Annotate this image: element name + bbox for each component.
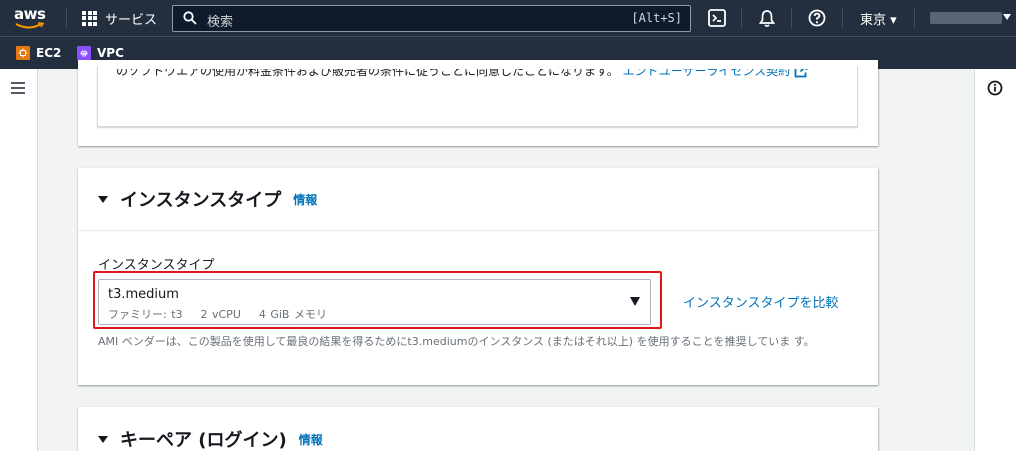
favorite-ec2-label: EC2 — [36, 46, 62, 60]
nav-separator — [66, 8, 67, 28]
caret-down-icon — [98, 195, 108, 203]
keypair-header[interactable]: キーペア (ログイン) 情報 — [98, 426, 323, 451]
info-link[interactable]: 情報 — [299, 431, 323, 448]
region-selector[interactable]: 東京 ▾ — [860, 9, 897, 28]
instance-type-help-text: AMI ベンダーは、この製品を使用して最良の結果を得るためにt3.mediumの… — [98, 335, 815, 348]
nav-separator — [791, 8, 792, 28]
help-icon[interactable] — [807, 8, 827, 28]
search-icon — [183, 11, 197, 25]
menu-icon[interactable] — [11, 82, 25, 97]
selected-instance-type: t3.medium — [108, 287, 179, 302]
search-input[interactable]: 検索 [Alt+S] — [172, 5, 691, 32]
aws-smile-icon — [15, 22, 45, 29]
instance-type-details: ファミリー: t3 2 vCPU 4 GiB メモリ — [108, 308, 327, 321]
aws-logo[interactable]: aws — [14, 5, 54, 31]
favorite-vpc[interactable]: VPC — [77, 46, 124, 60]
aws-logo-text: aws — [14, 5, 46, 23]
top-navigation: aws サービス 検索 [Alt+S] 東京 ▾ — [0, 0, 1016, 36]
right-rail — [974, 69, 1016, 451]
section-title: インスタンスタイプ — [120, 190, 282, 211]
services-menu-button[interactable]: サービス — [82, 9, 158, 28]
search-placeholder: 検索 — [207, 15, 234, 30]
instance-type-header[interactable]: インスタンスタイプ 情報 — [98, 186, 317, 212]
search-shortcut-hint: [Alt+S] — [631, 11, 682, 25]
favorite-ec2[interactable]: EC2 — [16, 46, 61, 60]
services-label: サービス — [105, 12, 158, 28]
instance-type-select[interactable]: t3.medium ファミリー: t3 2 vCPU 4 GiB メモリ — [98, 279, 651, 325]
section-divider — [78, 230, 878, 231]
nav-separator — [741, 8, 742, 28]
vpc-icon — [77, 46, 91, 60]
left-rail — [0, 69, 38, 451]
grid-icon — [82, 10, 97, 26]
account-menu[interactable] — [930, 12, 1002, 24]
favorite-vpc-label: VPC — [97, 46, 124, 60]
ec2-icon — [16, 46, 30, 60]
bell-icon[interactable] — [757, 8, 777, 28]
cloudshell-icon[interactable] — [707, 8, 727, 28]
info-circle-icon[interactable] — [987, 80, 1003, 99]
nav-separator — [842, 8, 843, 28]
instance-type-label: インスタンスタイプ — [98, 258, 215, 273]
account-caret-icon — [1003, 14, 1011, 20]
section-title: キーペア (ログイン) — [120, 430, 287, 451]
nav-separator — [914, 8, 915, 28]
caret-down-icon — [98, 435, 108, 443]
compare-instance-types-link[interactable]: インスタンスタイプを比較 — [683, 292, 838, 311]
info-link[interactable]: 情報 — [293, 191, 317, 208]
dropdown-caret-icon — [630, 297, 640, 306]
